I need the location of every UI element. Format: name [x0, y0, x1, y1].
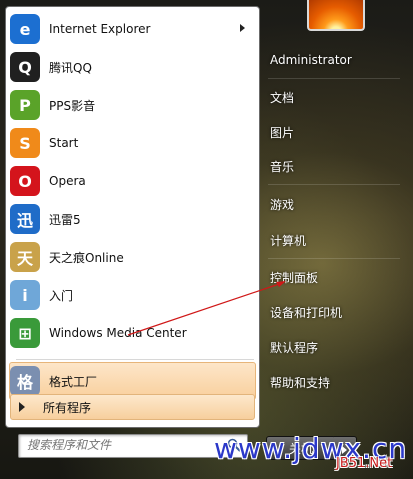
watermark-subtext: JB51.Net: [336, 456, 393, 471]
start-menu: e Internet Explorer Q 腾讯QQ P PPS影音 S Start O Oper…: [0, 0, 413, 479]
annotation-arrow: [127, 281, 286, 336]
